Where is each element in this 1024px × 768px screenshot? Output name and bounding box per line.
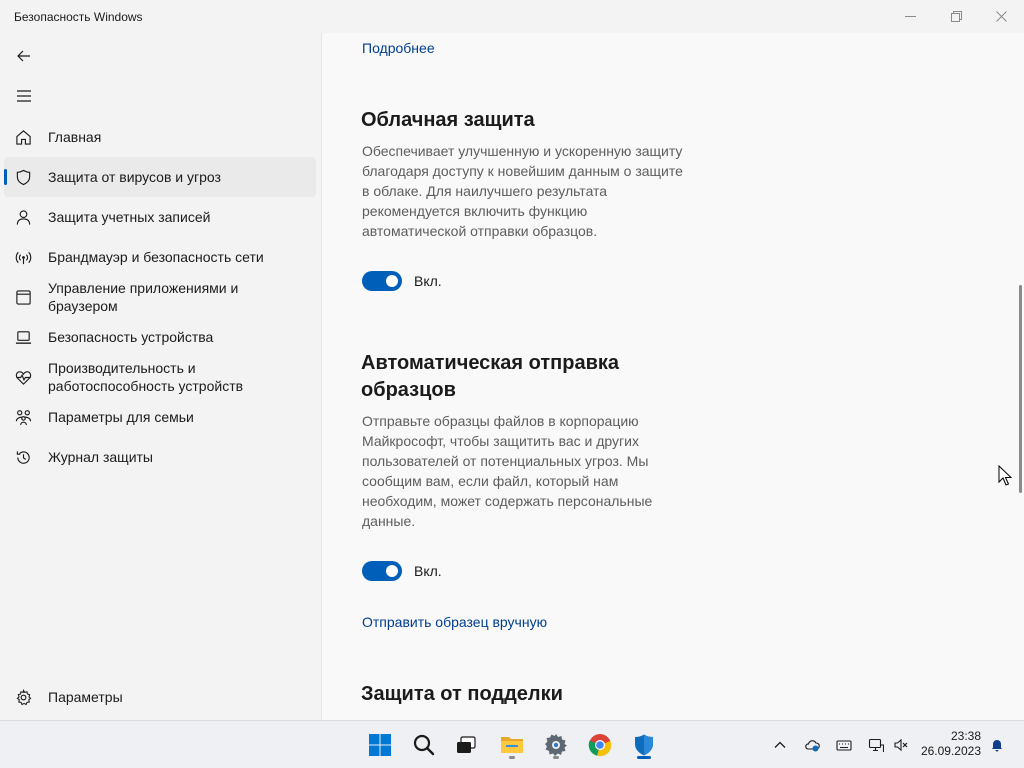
- cloud-sync-icon: [805, 740, 820, 752]
- sample-submission-toggle-row[interactable]: Вкл.: [362, 561, 442, 581]
- running-indicator: [553, 756, 559, 759]
- windows-security-icon: [635, 734, 653, 756]
- search-icon: [413, 734, 435, 756]
- windows-security-button[interactable]: [628, 729, 660, 761]
- sidebar-item-device-security[interactable]: Безопасность устройства: [4, 317, 316, 357]
- heart-pulse-icon: [14, 368, 32, 386]
- sidebar-item-virus-protection[interactable]: Защита от вирусов и угроз: [4, 157, 316, 197]
- sidebar-item-label: Защита от вирусов и угроз: [48, 169, 221, 185]
- notifications-button[interactable]: [987, 735, 1007, 755]
- sidebar-item-label: Защита учетных записей: [48, 209, 211, 225]
- taskbar-clock[interactable]: 23:38 26.09.2023: [921, 729, 981, 759]
- keyboard-tray-button[interactable]: [834, 735, 854, 755]
- sidebar-item-settings[interactable]: Параметры: [4, 677, 316, 717]
- sidebar-item-protection-history[interactable]: Журнал защиты: [4, 437, 316, 477]
- cloud-protection-title: Облачная защита: [361, 109, 535, 131]
- maximize-button[interactable]: [933, 0, 979, 33]
- sample-submission-description: Отправьте образцы файлов в корпорацию Ма…: [362, 413, 653, 529]
- active-indicator: [4, 169, 7, 185]
- back-arrow-icon: [17, 50, 30, 62]
- cloud-protection-toggle[interactable]: [362, 271, 402, 291]
- sidebar-item-account-protection[interactable]: Защита учетных записей: [4, 197, 316, 237]
- chevron-up-icon: [774, 741, 786, 748]
- sidebar-item-label: Управление приложениями и браузером: [48, 280, 239, 314]
- person-icon: [14, 208, 32, 226]
- learn-more-link[interactable]: Подробнее: [362, 40, 435, 56]
- sidebar-item-device-performance[interactable]: Производительность и работоспособность у…: [4, 357, 316, 397]
- navigation-sidebar: Главная Защита от вирусов и угроз Защита…: [0, 33, 320, 720]
- sidebar-item-label: Безопасность устройства: [48, 329, 214, 345]
- manual-sample-link[interactable]: Отправить образец вручную: [362, 614, 547, 630]
- minimize-button[interactable]: [887, 0, 933, 33]
- sidebar-item-app-browser-control[interactable]: Управление приложениями и браузером: [4, 277, 316, 317]
- tamper-protection-title: Защита от подделки: [361, 683, 563, 705]
- network-monitor-icon: [868, 738, 884, 752]
- network-tray-button[interactable]: [866, 735, 886, 755]
- volume-tray-button[interactable]: [891, 735, 911, 755]
- sample-submission-title: Автоматическая отправка образцов: [361, 352, 620, 401]
- toggle-knob: [386, 565, 398, 577]
- cloud-protection-description: Обеспечивает улучшенную и ускоренную защ…: [362, 143, 683, 239]
- keyboard-icon: [836, 740, 852, 751]
- cloud-protection-toggle-label: Вкл.: [414, 273, 442, 289]
- clock-time: 23:38: [950, 729, 981, 743]
- task-view-button[interactable]: [450, 729, 482, 761]
- shield-icon: [14, 168, 32, 186]
- sidebar-item-label: Журнал защиты: [48, 449, 153, 465]
- sample-submission-toggle[interactable]: [362, 561, 402, 581]
- menu-button[interactable]: [10, 82, 38, 110]
- history-icon: [14, 448, 32, 466]
- file-explorer-button[interactable]: [496, 729, 528, 761]
- sidebar-item-family-options[interactable]: Параметры для семьи: [4, 397, 316, 437]
- active-app-indicator: [637, 756, 651, 759]
- sidebar-item-home[interactable]: Главная: [4, 117, 316, 157]
- vertical-scrollbar[interactable]: [1019, 285, 1022, 493]
- app-window-icon: [14, 288, 32, 306]
- back-button[interactable]: [10, 42, 38, 70]
- close-icon: [995, 11, 1007, 22]
- wireless-icon: [14, 248, 32, 266]
- start-button[interactable]: [364, 729, 396, 761]
- settings-gear-icon: [545, 734, 567, 756]
- sidebar-item-label: Главная: [48, 129, 102, 145]
- clock-date: 26.09.2023: [920, 744, 981, 758]
- content-pane: Подробнее Облачная защита Обеспечивает у…: [321, 33, 1024, 720]
- file-explorer-icon: [501, 737, 523, 753]
- running-indicator: [509, 756, 515, 759]
- sidebar-item-firewall[interactable]: Брандмауэр и безопасность сети: [4, 237, 316, 277]
- laptop-icon: [14, 328, 32, 346]
- mouse-cursor-icon: [998, 465, 1012, 486]
- hamburger-menu-icon: [17, 90, 31, 102]
- sidebar-item-label: Брандмауэр и безопасность сети: [48, 249, 264, 265]
- show-hidden-icons-button[interactable]: [770, 735, 790, 755]
- home-icon: [14, 128, 32, 146]
- settings-label: Параметры: [48, 689, 123, 705]
- sidebar-item-label: Параметры для семьи: [48, 409, 194, 425]
- bell-icon: [992, 740, 1002, 752]
- chrome-button[interactable]: [584, 729, 616, 761]
- task-view-icon: [457, 736, 476, 753]
- cloud-protection-toggle-row[interactable]: Вкл.: [362, 271, 442, 291]
- minimize-icon: [904, 16, 916, 17]
- sidebar-item-label: Производительность и работоспособность у…: [48, 360, 244, 394]
- toggle-knob: [386, 275, 398, 287]
- close-button[interactable]: [978, 0, 1024, 33]
- window-title: Безопасность Windows: [14, 10, 143, 24]
- taskbar-search-button[interactable]: [408, 729, 440, 761]
- onedrive-tray-button[interactable]: [802, 735, 822, 755]
- sample-submission-toggle-label: Вкл.: [414, 563, 442, 579]
- family-icon: [14, 408, 32, 426]
- gear-icon: [14, 688, 32, 706]
- title-bar: Безопасность Windows: [0, 0, 1024, 33]
- taskbar: 23:38 26.09.2023: [0, 720, 1024, 768]
- volume-muted-icon: [894, 738, 908, 752]
- chrome-icon: [588, 734, 612, 757]
- windows-start-icon: [369, 734, 391, 756]
- restore-icon: [950, 11, 962, 22]
- settings-app-button[interactable]: [540, 729, 572, 761]
